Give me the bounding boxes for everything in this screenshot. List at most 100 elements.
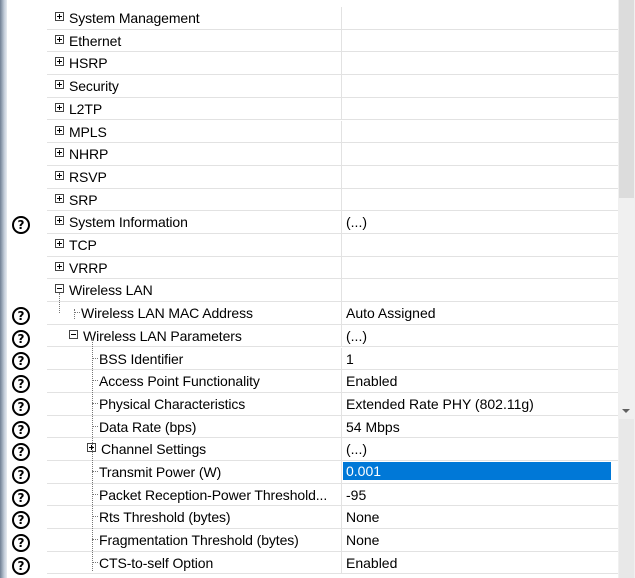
row-label: Wireless LAN Parameters bbox=[83, 327, 242, 344]
grid-row-tcp[interactable]: TCP bbox=[47, 234, 618, 257]
grid-row-wireless-lan[interactable]: Wireless LAN bbox=[47, 279, 618, 303]
grid-row-wireless-lan-mac-address[interactable]: Wireless LAN MAC Address Auto Assigned bbox=[47, 302, 618, 325]
grid-row-hsrp[interactable]: HSRP bbox=[47, 52, 618, 76]
grid-row-vrrp[interactable]: VRRP bbox=[47, 256, 618, 280]
row-label: RSVP bbox=[69, 168, 107, 185]
help-icon[interactable]: ? bbox=[12, 375, 30, 393]
name-cell: RSVP bbox=[47, 165, 342, 188]
collapse-minus-icon[interactable] bbox=[69, 329, 78, 339]
grid-row-transmit-power[interactable]: Transmit Power (W) 0.001 bbox=[47, 461, 618, 484]
value-cell[interactable]: 54 Mbps bbox=[343, 416, 618, 438]
expand-plus-icon[interactable] bbox=[55, 216, 64, 226]
help-icon[interactable]: ? bbox=[12, 511, 30, 529]
name-cell: System Management bbox=[47, 7, 342, 29]
scroll-down-arrow-icon[interactable] bbox=[619, 404, 634, 419]
help-icon[interactable]: ? bbox=[12, 307, 30, 325]
grid-row-data-rate[interactable]: Data Rate (bps) 54 Mbps bbox=[47, 415, 618, 439]
help-icon[interactable]: ? bbox=[12, 557, 30, 575]
help-icon[interactable]: ? bbox=[12, 216, 30, 234]
help-icon[interactable]: ? bbox=[12, 489, 30, 507]
row-label: Rts Threshold (bytes) bbox=[99, 509, 231, 526]
grid-row-nhrp[interactable]: NHRP bbox=[47, 143, 618, 166]
grid-row-system-information[interactable]: System Information (...) bbox=[47, 211, 618, 234]
grid-row-mpls[interactable]: MPLS bbox=[47, 120, 618, 144]
grid-row-rts-threshold[interactable]: Rts Threshold (bytes) None bbox=[47, 506, 618, 530]
row-label: Wireless LAN bbox=[69, 282, 153, 299]
grid-row-rsvp[interactable]: RSVP bbox=[47, 165, 618, 189]
grid-row-cts-to-self-option[interactable]: CTS-to-self Option Enabled bbox=[47, 551, 618, 575]
expand-plus-icon[interactable] bbox=[55, 193, 64, 203]
expand-plus-icon[interactable] bbox=[55, 34, 64, 44]
grid-row-l2tp[interactable]: L2TP bbox=[47, 97, 618, 121]
value-cell[interactable]: None bbox=[343, 506, 618, 528]
value-cell[interactable]: Enabled bbox=[343, 552, 618, 574]
expand-plus-icon[interactable] bbox=[55, 148, 64, 158]
help-icon[interactable]: ? bbox=[12, 534, 30, 552]
value-cell[interactable] bbox=[343, 189, 618, 211]
help-icon[interactable]: ? bbox=[12, 421, 30, 439]
value-cell[interactable] bbox=[343, 166, 618, 188]
row-label: Wireless LAN MAC Address bbox=[81, 305, 253, 322]
row-label: L2TP bbox=[69, 100, 103, 117]
value-cell[interactable]: Extended Rate PHY (802.11g) bbox=[343, 393, 618, 415]
name-cell: Ethernet bbox=[47, 29, 342, 52]
value-cell[interactable]: (...) bbox=[343, 438, 618, 460]
name-cell: Security bbox=[47, 75, 342, 97]
help-icon[interactable]: ? bbox=[12, 330, 30, 348]
value-cell[interactable]: Enabled bbox=[343, 370, 618, 392]
grid-row-bss-identifier[interactable]: BSS Identifier 1 bbox=[47, 347, 618, 371]
value-cell[interactable]: -95 bbox=[343, 484, 618, 506]
expand-plus-icon[interactable] bbox=[55, 261, 64, 271]
value-cell[interactable]: (...) bbox=[343, 211, 618, 233]
help-icon[interactable]: ? bbox=[12, 352, 30, 370]
value-cell[interactable] bbox=[343, 257, 618, 279]
expand-plus-icon[interactable] bbox=[55, 57, 64, 67]
grid-row-wireless-lan-parameters[interactable]: Wireless LAN Parameters (...) bbox=[47, 324, 618, 348]
vertical-scrollbar[interactable] bbox=[618, 0, 635, 578]
expand-plus-icon[interactable] bbox=[55, 239, 64, 248]
value-cell[interactable]: (...) bbox=[343, 325, 618, 347]
tree-line bbox=[92, 339, 93, 571]
value-cell[interactable] bbox=[343, 75, 618, 97]
grid-row-access-point-functionality[interactable]: Access Point Functionality Enabled bbox=[47, 370, 618, 393]
scrollbar-track[interactable] bbox=[619, 419, 634, 578]
grid-row-srp[interactable]: SRP bbox=[47, 188, 618, 212]
expand-plus-icon[interactable] bbox=[55, 125, 64, 135]
grid-row-system-management[interactable]: System Management bbox=[47, 7, 618, 30]
value-cell[interactable]: Auto Assigned bbox=[343, 302, 618, 324]
value-cell[interactable] bbox=[343, 98, 618, 120]
value-cell[interactable] bbox=[343, 7, 618, 29]
help-icon[interactable]: ? bbox=[12, 466, 30, 484]
grid-row-physical-characteristics[interactable]: Physical Characteristics Extended Rate P… bbox=[47, 392, 618, 416]
scrollbar-thumb[interactable] bbox=[619, 0, 634, 198]
help-icon[interactable]: ? bbox=[12, 443, 30, 461]
row-label: Channel Settings bbox=[101, 441, 207, 458]
help-icon[interactable]: ? bbox=[12, 398, 30, 416]
row-value: 54 Mbps bbox=[346, 418, 400, 435]
value-cell[interactable]: None bbox=[343, 529, 618, 551]
grid-row-channel-settings[interactable]: Channel Settings (...) bbox=[47, 438, 618, 461]
row-label: System Information bbox=[69, 214, 188, 231]
expand-plus-icon[interactable] bbox=[55, 12, 64, 21]
value-cell[interactable] bbox=[343, 143, 618, 165]
expand-plus-icon[interactable] bbox=[55, 102, 64, 112]
selected-value-field[interactable]: 0.001 bbox=[343, 462, 611, 480]
grid-row-ethernet[interactable]: Ethernet bbox=[47, 29, 618, 53]
value-cell[interactable] bbox=[343, 30, 618, 52]
grid-row-packet-reception-power-threshold[interactable]: Packet Reception-Power Threshold... -95 bbox=[47, 483, 618, 507]
grid-row-fragmentation-threshold[interactable]: Fragmentation Threshold (bytes) None bbox=[47, 529, 618, 552]
grid-row-security[interactable]: Security bbox=[47, 75, 618, 98]
row-label: TCP bbox=[69, 237, 97, 253]
row-value: Extended Rate PHY (802.11g) bbox=[346, 395, 534, 412]
value-cell[interactable] bbox=[343, 234, 618, 256]
value-cell[interactable] bbox=[343, 121, 618, 143]
expand-plus-icon[interactable] bbox=[55, 80, 64, 90]
row-value: None bbox=[346, 509, 380, 526]
row-label: BSS Identifier bbox=[99, 350, 184, 367]
expand-plus-icon[interactable] bbox=[55, 170, 64, 180]
value-cell[interactable] bbox=[343, 279, 618, 301]
value-cell[interactable] bbox=[343, 52, 618, 74]
value-cell[interactable]: 1 bbox=[343, 348, 618, 370]
row-label: Data Rate (bps) bbox=[99, 418, 197, 435]
value-cell[interactable]: 0.001 bbox=[343, 461, 618, 483]
